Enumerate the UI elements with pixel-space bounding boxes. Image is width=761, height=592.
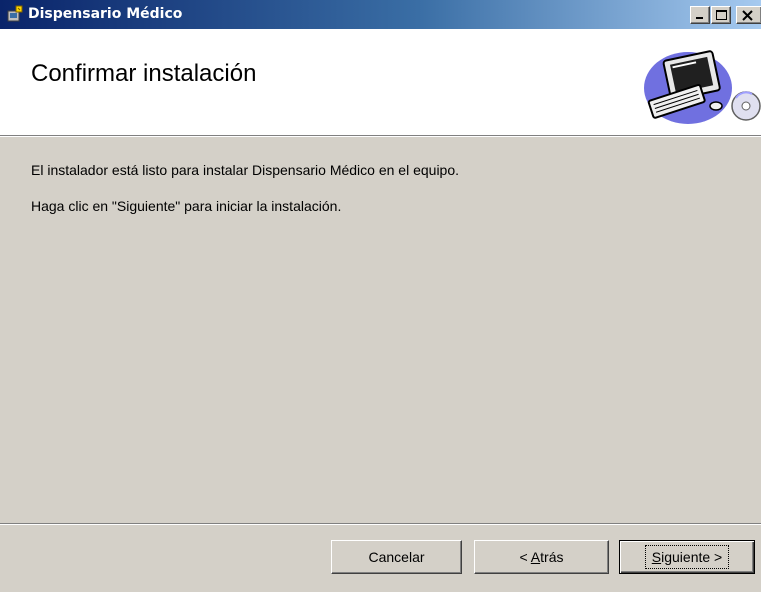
close-icon[interactable]	[736, 6, 761, 24]
back-button[interactable]: < Atrás	[474, 540, 609, 574]
title-bar[interactable]: Dispensario Médico	[0, 0, 761, 29]
page-title: Confirmar instalación	[31, 60, 257, 87]
window-title: Dispensario Médico	[28, 6, 183, 22]
dialog-header: Confirmar instalación	[0, 29, 761, 137]
computer-cd-icon	[644, 50, 761, 124]
back-prefix: <	[519, 549, 531, 565]
back-mnemonic: A	[530, 549, 541, 565]
back-button-label: < Atrás	[520, 549, 564, 565]
instruction-message: Haga clic en "Siguiente" para iniciar la…	[31, 198, 342, 214]
next-rest: iguiente >	[661, 549, 723, 565]
maximize-icon[interactable]	[711, 6, 731, 24]
cancel-button[interactable]: Cancelar	[331, 540, 462, 574]
minimize-icon[interactable]	[690, 6, 710, 24]
installer-icon	[7, 5, 23, 22]
back-rest: trás	[540, 549, 564, 565]
next-mnemonic: S	[651, 549, 662, 565]
next-button[interactable]: Siguiente >	[619, 540, 755, 574]
divider-highlight	[0, 524, 761, 525]
ready-message: El instalador está listo para instalar D…	[31, 162, 460, 178]
next-button-label: Siguiente >	[644, 545, 730, 569]
cancel-button-label: Cancelar	[368, 549, 425, 565]
